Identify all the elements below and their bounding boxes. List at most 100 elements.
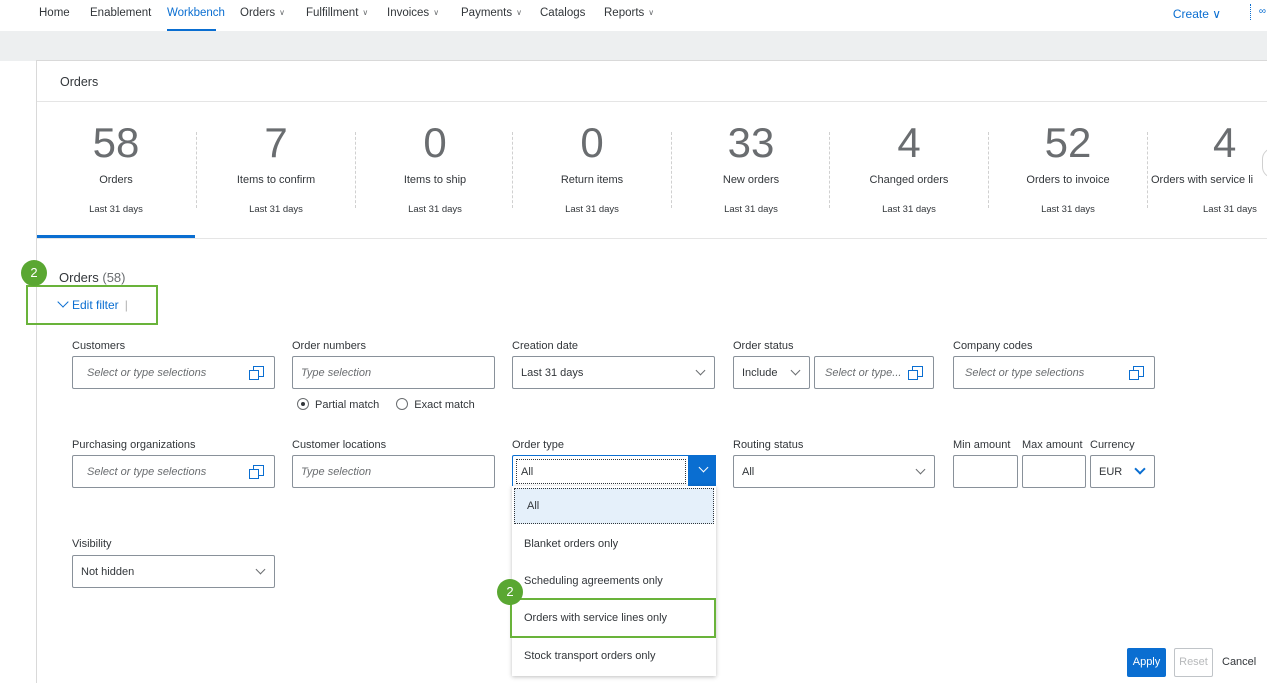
- purchasing-orgs-input[interactable]: Select or type selections: [72, 455, 275, 488]
- tile-period: Last 31 days: [1041, 204, 1095, 215]
- min-amount-label: Min amount: [953, 439, 1011, 451]
- nav-workbench[interactable]: Workbench: [167, 7, 225, 19]
- tile-new-orders[interactable]: 33 New orders Last 31 days: [672, 105, 830, 235]
- tile-label: Orders with service li: [1151, 174, 1254, 186]
- customers-placeholder: Select or type selections: [87, 367, 207, 379]
- nav-orders-label: Orders: [240, 7, 276, 19]
- exact-match-label: Exact match: [414, 399, 475, 411]
- nav-enablement[interactable]: Enablement: [90, 7, 151, 19]
- tile-number: 52: [1044, 119, 1092, 166]
- company-codes-input[interactable]: Select or type selections: [953, 356, 1155, 389]
- nav-home[interactable]: Home: [39, 7, 70, 19]
- more-icon[interactable]: ∞: [1259, 6, 1266, 17]
- chevron-down-icon: ∨: [516, 8, 522, 17]
- tile-period: Last 31 days: [882, 204, 936, 215]
- order-status-input[interactable]: Select or type...: [814, 356, 934, 389]
- tile-orders-with-service-lines[interactable]: 4 Orders with service li Last 31 days: [1148, 105, 1267, 235]
- company-codes-placeholder: Select or type selections: [965, 367, 1085, 379]
- tile-changed-orders[interactable]: 4 Changed orders Last 31 days: [830, 105, 988, 235]
- create-menu-button[interactable]: Create ∨: [1173, 7, 1221, 21]
- visibility-label: Visibility: [72, 538, 112, 550]
- tile-items-to-confirm[interactable]: 7 Items to confirm Last 31 days: [197, 105, 355, 235]
- tile-period: Last 31 days: [408, 204, 462, 215]
- chevron-down-icon: [695, 365, 706, 376]
- exact-match-option[interactable]: Exact match: [396, 398, 475, 411]
- tile-orders[interactable]: 58 Orders Last 31 days: [37, 105, 195, 235]
- nav-fulfillment[interactable]: Fulfillment ∨: [306, 7, 368, 19]
- orders-heading-count: (58): [102, 270, 126, 285]
- customer-locations-input[interactable]: Type selection: [292, 455, 495, 488]
- partial-match-label: Partial match: [315, 399, 380, 411]
- nav-reports[interactable]: Reports ∨: [604, 7, 654, 19]
- callout-highlight: [26, 285, 158, 325]
- order-type-option-scheduling[interactable]: Scheduling agreements only: [512, 563, 716, 601]
- max-amount-input[interactable]: [1022, 455, 1086, 488]
- tile-period: Last 31 days: [89, 204, 143, 215]
- order-numbers-placeholder: Type selection: [301, 367, 372, 379]
- order-type-option-blanket[interactable]: Blanket orders only: [512, 526, 716, 564]
- order-numbers-input[interactable]: Type selection: [292, 356, 495, 389]
- tile-label: Orders: [99, 174, 133, 186]
- nav-orders[interactable]: Orders ∨: [240, 7, 285, 19]
- customers-input[interactable]: Select or type selections: [72, 356, 275, 389]
- chevron-down-icon: [255, 564, 266, 575]
- nav-reports-label: Reports: [604, 7, 645, 19]
- chevron-down-icon: [915, 464, 926, 475]
- partial-match-option[interactable]: Partial match: [297, 398, 380, 411]
- chevron-down-icon: [698, 462, 709, 473]
- tile-items-to-ship[interactable]: 0 Items to ship Last 31 days: [356, 105, 514, 235]
- order-status-include-select[interactable]: Include: [733, 356, 810, 389]
- tile-number: 7: [264, 119, 288, 166]
- tile-orders-to-invoice[interactable]: 52 Orders to invoice Last 31 days: [989, 105, 1147, 235]
- purchasing-orgs-placeholder: Select or type selections: [87, 466, 207, 478]
- step-badge: 2: [21, 260, 47, 286]
- visibility-value: Not hidden: [81, 566, 135, 578]
- tile-number: 4: [897, 119, 921, 166]
- tile-return-items[interactable]: 0 Return items Last 31 days: [513, 105, 671, 235]
- value-help-icon[interactable]: [249, 465, 264, 479]
- order-type-dropdown-button[interactable]: [688, 455, 716, 488]
- order-type-option-stock-transport[interactable]: Stock transport orders only: [512, 638, 716, 676]
- currency-value: EUR: [1099, 466, 1123, 478]
- value-help-icon[interactable]: [908, 366, 923, 380]
- min-amount-input[interactable]: [953, 455, 1018, 488]
- tile-number: 58: [92, 119, 140, 166]
- tile-label: New orders: [722, 174, 780, 186]
- nav-invoices[interactable]: Invoices ∨: [387, 7, 439, 19]
- tile-number: 4: [1213, 119, 1237, 166]
- order-status-label: Order status: [733, 340, 794, 352]
- reset-button[interactable]: Reset: [1174, 648, 1213, 677]
- value-help-icon[interactable]: [1129, 366, 1144, 380]
- order-status-include-value: Include: [742, 367, 778, 379]
- callout-highlight: [510, 598, 716, 638]
- tile-label: Items to ship: [403, 174, 467, 186]
- divider: [37, 101, 1267, 102]
- creation-date-value: Last 31 days: [521, 367, 584, 379]
- page-header-band: [0, 31, 1267, 61]
- order-type-dropdown-list: All Blanket orders only Scheduling agree…: [512, 486, 716, 676]
- chevron-down-icon: ∨: [648, 8, 655, 17]
- radio-icon: [396, 398, 409, 410]
- routing-status-value: All: [742, 466, 755, 478]
- nav-catalogs[interactable]: Catalogs: [540, 7, 585, 19]
- nav-payments[interactable]: Payments ∨: [461, 7, 522, 19]
- creation-date-select[interactable]: Last 31 days: [512, 356, 715, 389]
- orders-heading-title: Orders: [59, 270, 99, 285]
- order-type-select[interactable]: All: [512, 455, 716, 488]
- tile-period: Last 31 days: [1203, 204, 1257, 215]
- nav-invoices-label: Invoices: [387, 7, 430, 19]
- nav-enablement-label: Enablement: [90, 7, 152, 19]
- value-help-icon[interactable]: [249, 366, 264, 380]
- tile-period: Last 31 days: [724, 204, 778, 215]
- order-type-option-all[interactable]: All: [514, 488, 714, 524]
- purchasing-orgs-label: Purchasing organizations: [72, 439, 196, 451]
- currency-select[interactable]: EUR: [1090, 455, 1155, 488]
- radio-selected-icon: [297, 398, 309, 410]
- tile-label: Changed orders: [869, 174, 949, 186]
- routing-status-select[interactable]: All: [733, 455, 935, 488]
- apply-button[interactable]: Apply: [1127, 648, 1166, 677]
- nav-fulfillment-label: Fulfillment: [306, 7, 359, 19]
- cancel-button[interactable]: Cancel: [1222, 656, 1256, 668]
- tile-label: Orders to invoice: [1026, 174, 1110, 186]
- visibility-select[interactable]: Not hidden: [72, 555, 275, 588]
